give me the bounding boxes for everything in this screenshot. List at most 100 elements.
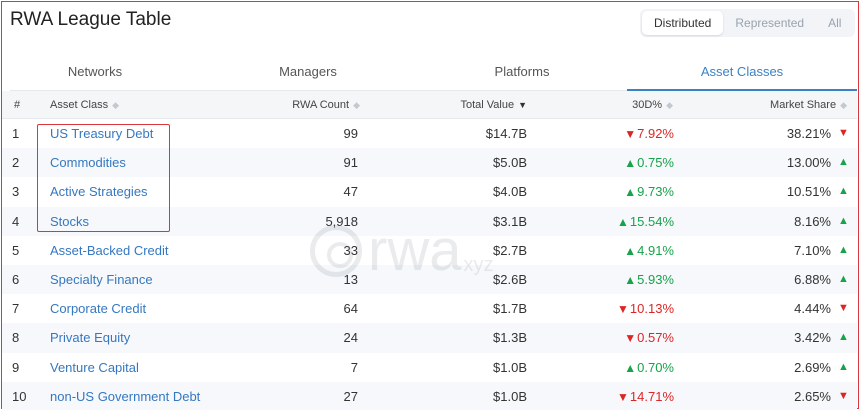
table-row[interactable]: 9 Venture Capital 7 $1.0B ▲0.70% 2.69% ▲: [2, 353, 857, 382]
market-share: 10.51%: [786, 184, 831, 200]
table-body: 1 US Treasury Debt 99 $14.7B ▼7.92% 38.21% ▼ 2 C…: [2, 119, 857, 410]
rwa-count: 33: [343, 242, 358, 258]
triangle-up-icon: ▲: [624, 360, 637, 375]
row-index: 2: [12, 155, 20, 171]
total-value: $1.3B: [493, 330, 527, 346]
change-30d: ▲15.54%: [617, 213, 674, 229]
market-share: 38.21%: [786, 126, 831, 141]
market-share: 2.69%: [794, 359, 831, 375]
triangle-down-icon: ▼: [838, 302, 849, 315]
change-30d: ▼0.57%: [624, 330, 674, 346]
header-total-value[interactable]: Total Value ▼: [460, 91, 527, 119]
row-index: 7: [12, 301, 20, 317]
tab-networks[interactable]: Networks: [10, 53, 180, 91]
row-index: 4: [12, 213, 20, 229]
asset-class-link[interactable]: non-US Government Debt: [50, 382, 200, 410]
asset-class-link[interactable]: US Treasury Debt: [50, 119, 153, 148]
toggle-all[interactable]: All: [816, 11, 853, 35]
table-row[interactable]: 5 Asset-Backed Credit 33 $2.7B ▲4.91% 7.10% ▲: [2, 236, 857, 265]
toggle-distributed[interactable]: Distributed: [642, 11, 724, 35]
header-market-share[interactable]: Market Share ◆: [770, 91, 847, 119]
triangle-up-icon: ▲: [838, 185, 849, 198]
total-value: $1.7B: [493, 301, 527, 317]
tab-managers[interactable]: Managers: [223, 53, 393, 91]
triangle-up-icon: ▲: [838, 243, 849, 256]
change-30d: ▲5.93%: [624, 271, 674, 287]
row-index: 6: [12, 271, 20, 287]
triangle-down-icon: ▼: [624, 331, 637, 346]
triangle-down-icon: ▼: [838, 127, 849, 139]
header-index: #: [14, 99, 21, 111]
table-row[interactable]: 2 Commodities 91 $5.0B ▲0.75% 13.00% ▲: [2, 148, 857, 178]
header-asset-class[interactable]: Asset Class ◆: [50, 91, 119, 119]
sort-icon: ◆: [840, 100, 847, 110]
total-value: $3.1B: [493, 213, 527, 229]
asset-class-link[interactable]: Private Equity: [50, 323, 130, 352]
change-30d: ▼14.71%: [617, 388, 674, 404]
table-row[interactable]: 8 Private Equity 24 $1.3B ▼0.57% 3.42% ▲: [2, 323, 857, 353]
asset-class-link[interactable]: Active Strategies: [50, 177, 148, 206]
market-share: 7.10%: [794, 242, 831, 258]
triangle-down-icon: ▼: [838, 389, 849, 402]
triangle-down-icon: ▼: [617, 389, 629, 404]
rwa-count: 47: [343, 184, 358, 200]
row-index: 3: [12, 184, 20, 200]
view-toggle: Distributed Represented All: [640, 9, 856, 37]
rwa-count: 7: [350, 359, 358, 375]
sort-icon: ◆: [353, 100, 360, 110]
total-value: $1.0B: [493, 388, 527, 404]
table-row[interactable]: 10 non-US Government Debt 27 $1.0B ▼14.71% 2.…: [2, 381, 857, 410]
asset-class-link[interactable]: Specialty Finance: [50, 265, 153, 294]
table-row[interactable]: 1 US Treasury Debt 99 $14.7B ▼7.92% 38.21% ▼: [2, 119, 857, 148]
change-30d: ▲0.70%: [624, 359, 674, 375]
rwa-count: 99: [343, 126, 358, 141]
triangle-up-icon: ▲: [838, 331, 849, 344]
table-row[interactable]: 3 Active Strategies 47 $4.0B ▲9.73% 10.51% ▲: [2, 177, 857, 206]
total-value: $2.7B: [493, 242, 527, 258]
triangle-up-icon: ▲: [838, 214, 849, 227]
header-rwa-count[interactable]: RWA Count ◆: [292, 91, 360, 119]
triangle-up-icon: ▲: [838, 360, 849, 373]
rwa-count: 5,918: [325, 213, 358, 229]
toggle-represented[interactable]: Represented: [723, 11, 816, 35]
triangle-up-icon: ▲: [838, 272, 849, 285]
market-share: 6.88%: [794, 271, 831, 287]
rwa-count: 27: [343, 388, 358, 404]
change-30d: ▲0.75%: [624, 155, 674, 171]
triangle-up-icon: ▲: [617, 214, 629, 229]
sort-desc-icon: ▼: [518, 100, 527, 110]
total-value: $14.7B: [485, 126, 527, 141]
market-share: 4.44%: [794, 301, 831, 317]
asset-class-link[interactable]: Stocks: [50, 207, 89, 236]
tab-platforms[interactable]: Platforms: [437, 53, 607, 91]
rwa-count: 13: [343, 271, 358, 287]
row-index: 9: [12, 359, 20, 375]
sort-icon: ◆: [666, 100, 673, 110]
table-row[interactable]: 7 Corporate Credit 64 $1.7B ▼10.13% 4.44% ▼: [2, 294, 857, 323]
row-index: 5: [12, 242, 20, 258]
category-tabs: Networks Managers Platforms Asset Classe…: [10, 53, 857, 91]
table-header: # Asset Class ◆ RWA Count ◆ Total Value ▼ 3…: [2, 91, 857, 119]
market-share: 8.16%: [794, 213, 831, 229]
asset-class-link[interactable]: Commodities: [50, 148, 126, 177]
market-share: 2.65%: [794, 388, 831, 404]
asset-class-link[interactable]: Corporate Credit: [50, 294, 146, 323]
tab-asset-classes[interactable]: Asset Classes: [627, 53, 857, 91]
table-row[interactable]: 4 Stocks 5,918 $3.1B ▲15.54% 8.16% ▲: [2, 206, 857, 236]
total-value: $5.0B: [493, 155, 527, 171]
sort-icon: ◆: [112, 100, 119, 110]
asset-class-link[interactable]: Venture Capital: [50, 353, 139, 382]
row-index: 8: [12, 330, 20, 346]
rwa-count: 91: [343, 155, 358, 171]
triangle-up-icon: ▲: [838, 156, 849, 169]
change-30d: ▼7.92%: [624, 126, 674, 141]
total-value: $2.6B: [493, 271, 527, 287]
triangle-up-icon: ▲: [624, 185, 637, 200]
total-value: $1.0B: [493, 359, 527, 375]
row-index: 10: [12, 388, 27, 404]
market-share: 3.42%: [794, 330, 831, 346]
header-30d[interactable]: 30D% ◆: [632, 91, 673, 119]
market-share: 13.00%: [786, 155, 831, 171]
table-row[interactable]: 6 Specialty Finance 13 $2.6B ▲5.93% 6.88% ▲: [2, 264, 857, 295]
asset-class-link[interactable]: Asset-Backed Credit: [50, 236, 169, 265]
